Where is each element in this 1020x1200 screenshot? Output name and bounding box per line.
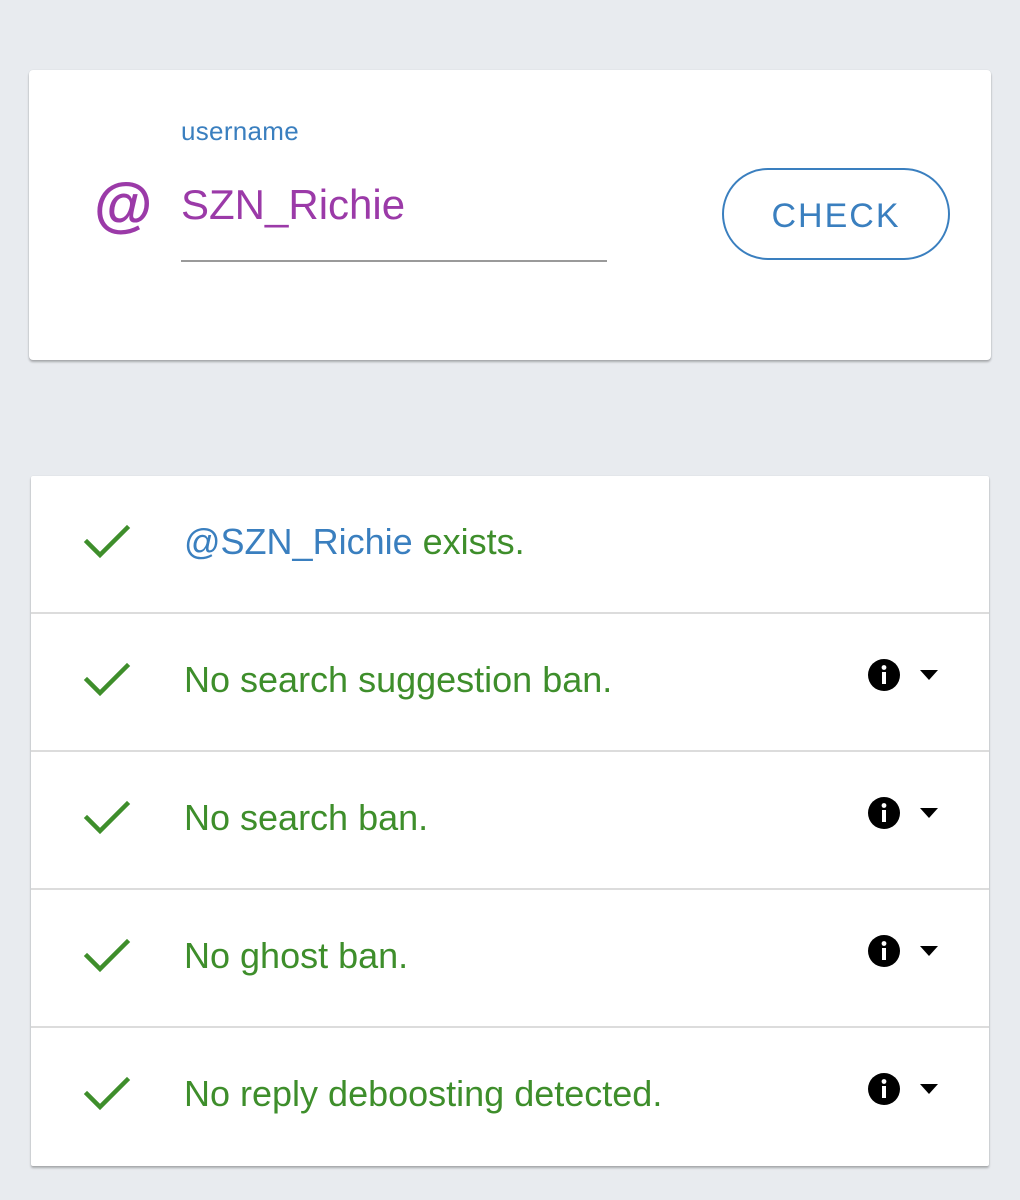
check-button[interactable]: CHECK xyxy=(722,168,950,260)
caret-down-icon[interactable] xyxy=(920,946,938,956)
caret-down-icon[interactable] xyxy=(920,670,938,680)
result-exists-text: @SZN_Richie exists. xyxy=(184,520,525,564)
checkmark-icon xyxy=(83,938,131,973)
checkmark-icon xyxy=(83,800,131,835)
caret-down-icon[interactable] xyxy=(920,1084,938,1094)
results-list: @SZN_Richie exists. No search suggestion… xyxy=(31,476,989,1166)
username-input-underline xyxy=(181,260,607,262)
exists-suffix: exists. xyxy=(412,521,525,562)
result-label: No search ban. xyxy=(184,797,429,838)
checkmark-icon xyxy=(83,662,131,697)
at-sign-icon: @ xyxy=(93,172,152,239)
info-icon[interactable] xyxy=(867,796,901,830)
result-label: No reply deboosting detected. xyxy=(184,1073,663,1114)
result-row-search-suggestion[interactable]: No search suggestion ban. xyxy=(31,614,989,752)
result-row-reply-deboosting[interactable]: No reply deboosting detected. xyxy=(31,1028,989,1166)
username-field-label: username xyxy=(181,116,300,146)
info-icon[interactable] xyxy=(867,934,901,968)
result-row-exists: @SZN_Richie exists. xyxy=(31,476,989,614)
username-lookup-card: username @ SZN_Richie CHECK xyxy=(29,70,991,360)
checkmark-icon xyxy=(83,1076,131,1111)
checkmark-icon xyxy=(83,524,131,559)
caret-down-icon[interactable] xyxy=(920,808,938,818)
result-label: No ghost ban. xyxy=(184,935,409,976)
result-row-ghost-ban[interactable]: No ghost ban. xyxy=(31,890,989,1028)
result-label: No search suggestion ban. xyxy=(184,659,613,700)
result-row-search-ban[interactable]: No search ban. xyxy=(31,752,989,890)
info-icon[interactable] xyxy=(867,1072,901,1106)
username-input[interactable]: SZN_Richie xyxy=(181,180,405,230)
info-icon[interactable] xyxy=(867,658,901,692)
username-handle-link[interactable]: @SZN_Richie xyxy=(184,521,413,562)
